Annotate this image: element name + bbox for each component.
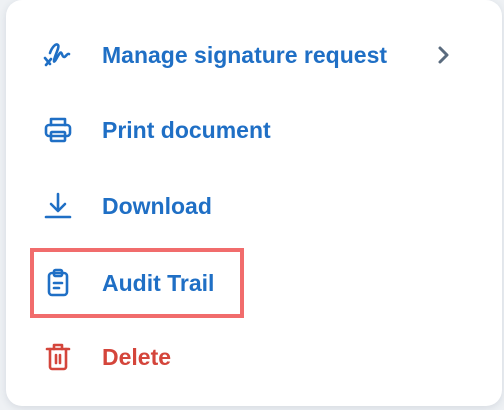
clipboard-icon bbox=[42, 267, 74, 299]
trash-icon bbox=[42, 341, 74, 373]
printer-icon bbox=[42, 114, 74, 146]
menu-item-label: Download bbox=[102, 193, 212, 219]
menu-item-label: Print document bbox=[102, 117, 271, 143]
chevron-right-icon bbox=[432, 44, 454, 66]
menu-item-delete[interactable]: Delete bbox=[6, 322, 502, 392]
signature-icon bbox=[42, 39, 74, 71]
menu-item-print-document[interactable]: Print document bbox=[6, 95, 502, 165]
menu-item-audit-trail[interactable]: Audit Trail bbox=[6, 248, 502, 318]
menu-item-download[interactable]: Download bbox=[6, 171, 502, 241]
menu-item-label: Delete bbox=[102, 344, 172, 370]
menu-item-manage-signature-request[interactable]: Manage signature request bbox=[6, 20, 502, 90]
menu-item-label: Audit Trail bbox=[102, 270, 215, 296]
menu-item-label: Manage signature request bbox=[102, 42, 388, 68]
actions-menu: Manage signature request Print document bbox=[6, 0, 502, 406]
download-icon bbox=[42, 190, 74, 222]
